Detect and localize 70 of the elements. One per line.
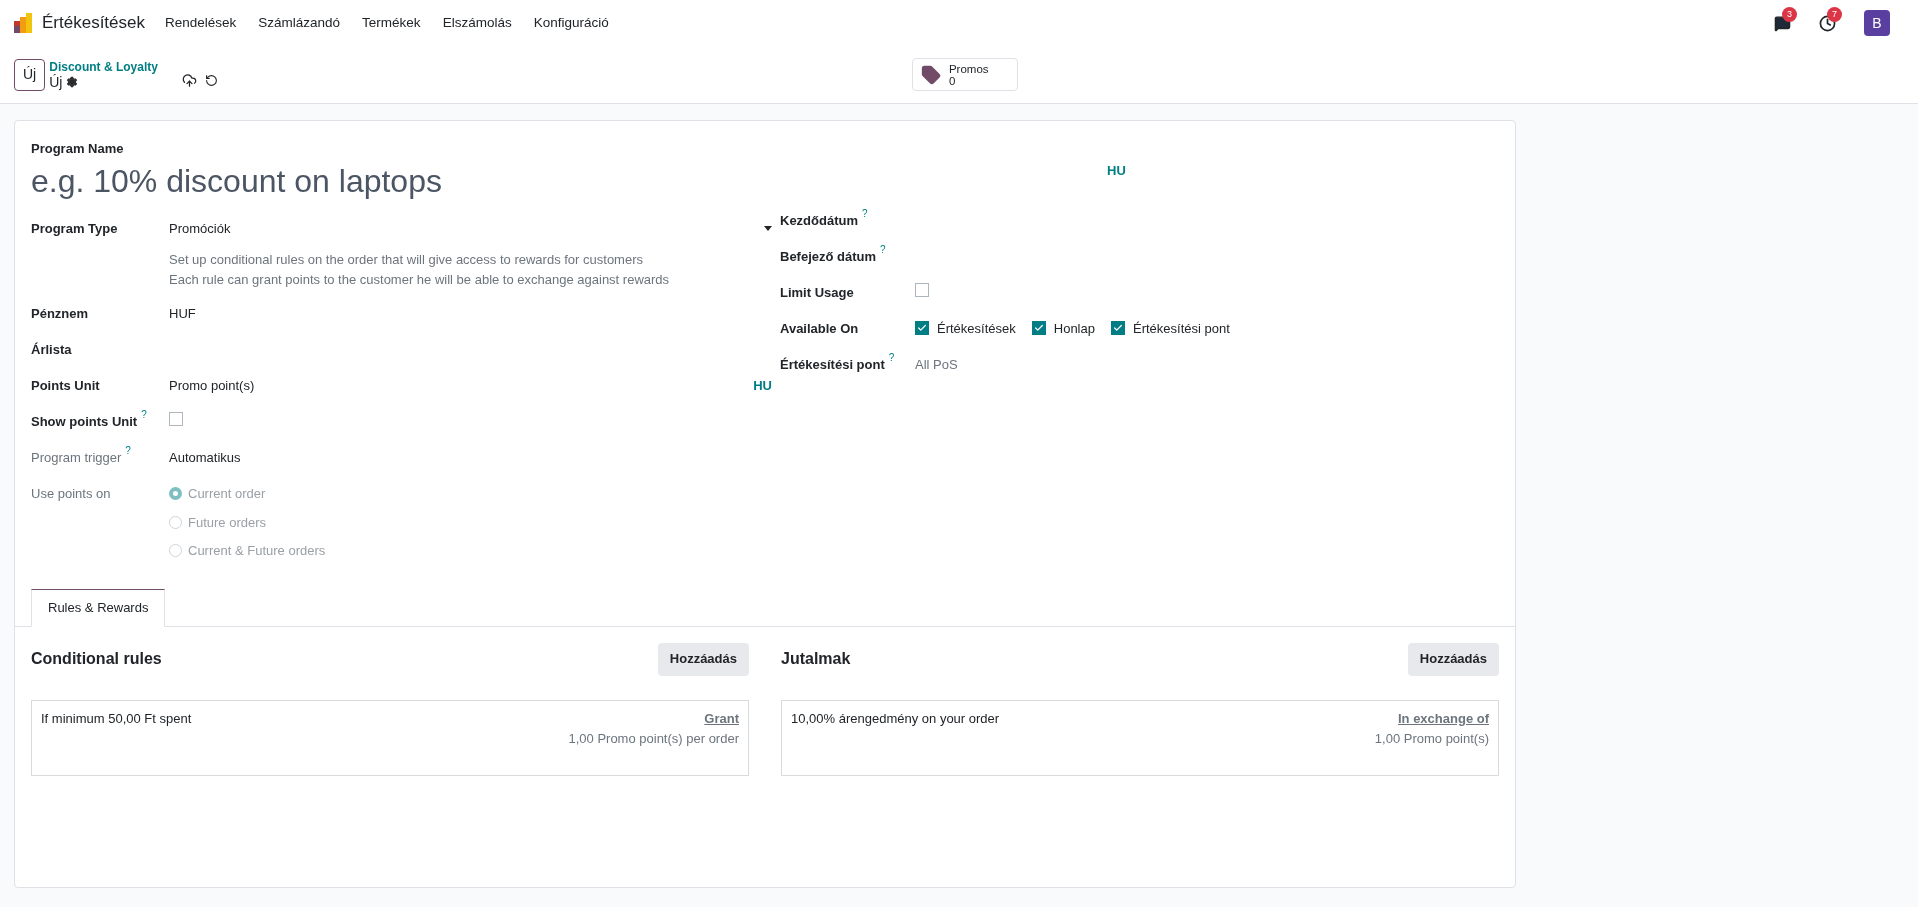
checkbox[interactable] — [915, 321, 929, 336]
smart-label: Promos — [948, 62, 989, 75]
field-label: Available On — [780, 319, 859, 338]
tag-icon — [920, 64, 941, 85]
record-title: Új — [49, 74, 63, 90]
field-label: Kezdődátum — [780, 211, 858, 230]
discard-icon[interactable] — [204, 74, 218, 87]
checkbox[interactable] — [1110, 321, 1125, 336]
option-label: Honlap — [1053, 319, 1095, 338]
option-label: Értékesítési pont — [1132, 319, 1230, 338]
save-icon[interactable] — [181, 73, 197, 88]
help-text: Set up conditional rules on the order that will give access to rewards for customers — [169, 251, 644, 269]
option-label: Current order — [188, 485, 266, 503]
smart-value: 0 — [948, 74, 957, 87]
field-label: Program trigger — [31, 449, 122, 467]
help-mark: ? — [141, 409, 147, 421]
field-label: Árlista — [31, 341, 72, 359]
count-badge: 3 — [1782, 6, 1797, 22]
menu-item[interactable]: Konfiguráció — [533, 12, 609, 34]
check-icon — [1112, 323, 1123, 334]
tab[interactable]: Rules & Rewards — [31, 588, 166, 627]
user-avatar[interactable]: B — [1864, 10, 1890, 36]
input-field[interactable]: All PoS — [915, 354, 1115, 374]
checkbox[interactable] — [169, 412, 183, 426]
new-button[interactable]: Új — [14, 58, 46, 91]
rule-card[interactable]: 10,00% árengedmény on your order In exchange of 1,00 Promo point(s) — [781, 699, 1499, 776]
check-icon — [1033, 323, 1044, 334]
field-label: Program Name — [31, 140, 125, 158]
section-title: Jutalmak — [781, 648, 851, 669]
help-mark: ? — [880, 243, 886, 256]
caret-icon — [764, 225, 772, 231]
breadcrumb-link[interactable]: Discount & Loyalty — [49, 59, 158, 75]
field-value: Automatikus — [169, 449, 241, 467]
option-label: Future orders — [188, 513, 267, 532]
count-badge: 7 — [1827, 6, 1842, 22]
rule-card[interactable]: If minimum 50,00 Ft spent Grant 1,00 Promo point(s) per order — [31, 699, 749, 776]
checkbox[interactable] — [915, 282, 929, 297]
field-label: Pénznem — [31, 305, 89, 323]
menu-item[interactable]: Termékek — [362, 12, 421, 34]
settings-icon[interactable] — [66, 76, 79, 88]
menu-item[interactable]: Számlázandó — [258, 12, 341, 34]
field-value: Promo point(s) — [169, 377, 255, 395]
add-button[interactable]: Hozzáadás — [657, 642, 749, 676]
field-label: Program Type — [31, 219, 118, 238]
app-name[interactable]: Értékesítések — [42, 10, 145, 36]
help-mark: ? — [125, 445, 131, 457]
help-mark: ? — [862, 207, 868, 220]
program-name-input[interactable]: e.g. 10% discount on laptops — [31, 158, 780, 203]
menu-item[interactable]: Elszámolás — [442, 12, 512, 34]
check-icon — [917, 323, 927, 334]
field-label: Use points on — [31, 485, 111, 503]
field-label: Show points Unit — [31, 413, 138, 431]
help-mark: ? — [888, 351, 895, 364]
language-button[interactable]: HU — [753, 376, 772, 396]
option-label: Értékesítések — [937, 319, 1016, 338]
help-text: Each rule can grant points to the customer he will be able to exchange against rewards — [169, 271, 671, 289]
field-label: Értékesítési pont — [780, 355, 885, 374]
section-title: Conditional rules — [31, 648, 162, 669]
field-value: HUF — [169, 305, 196, 323]
language-button[interactable]: HU — [1107, 161, 1126, 181]
promos-smart-button[interactable]: Promos 0 — [911, 58, 1018, 91]
checkbox[interactable] — [1031, 321, 1046, 336]
app-logo-icon — [12, 12, 34, 34]
field-label: Limit Usage — [780, 283, 854, 302]
select-field[interactable]: Promóciók — [169, 218, 780, 238]
add-button[interactable]: Hozzáadás — [1407, 642, 1499, 676]
field-label: Befejező dátum — [780, 247, 877, 266]
option-label: Current & Future orders — [188, 542, 326, 560]
menu-item[interactable]: Rendelések — [165, 12, 237, 34]
field-label: Points Unit — [31, 377, 100, 395]
